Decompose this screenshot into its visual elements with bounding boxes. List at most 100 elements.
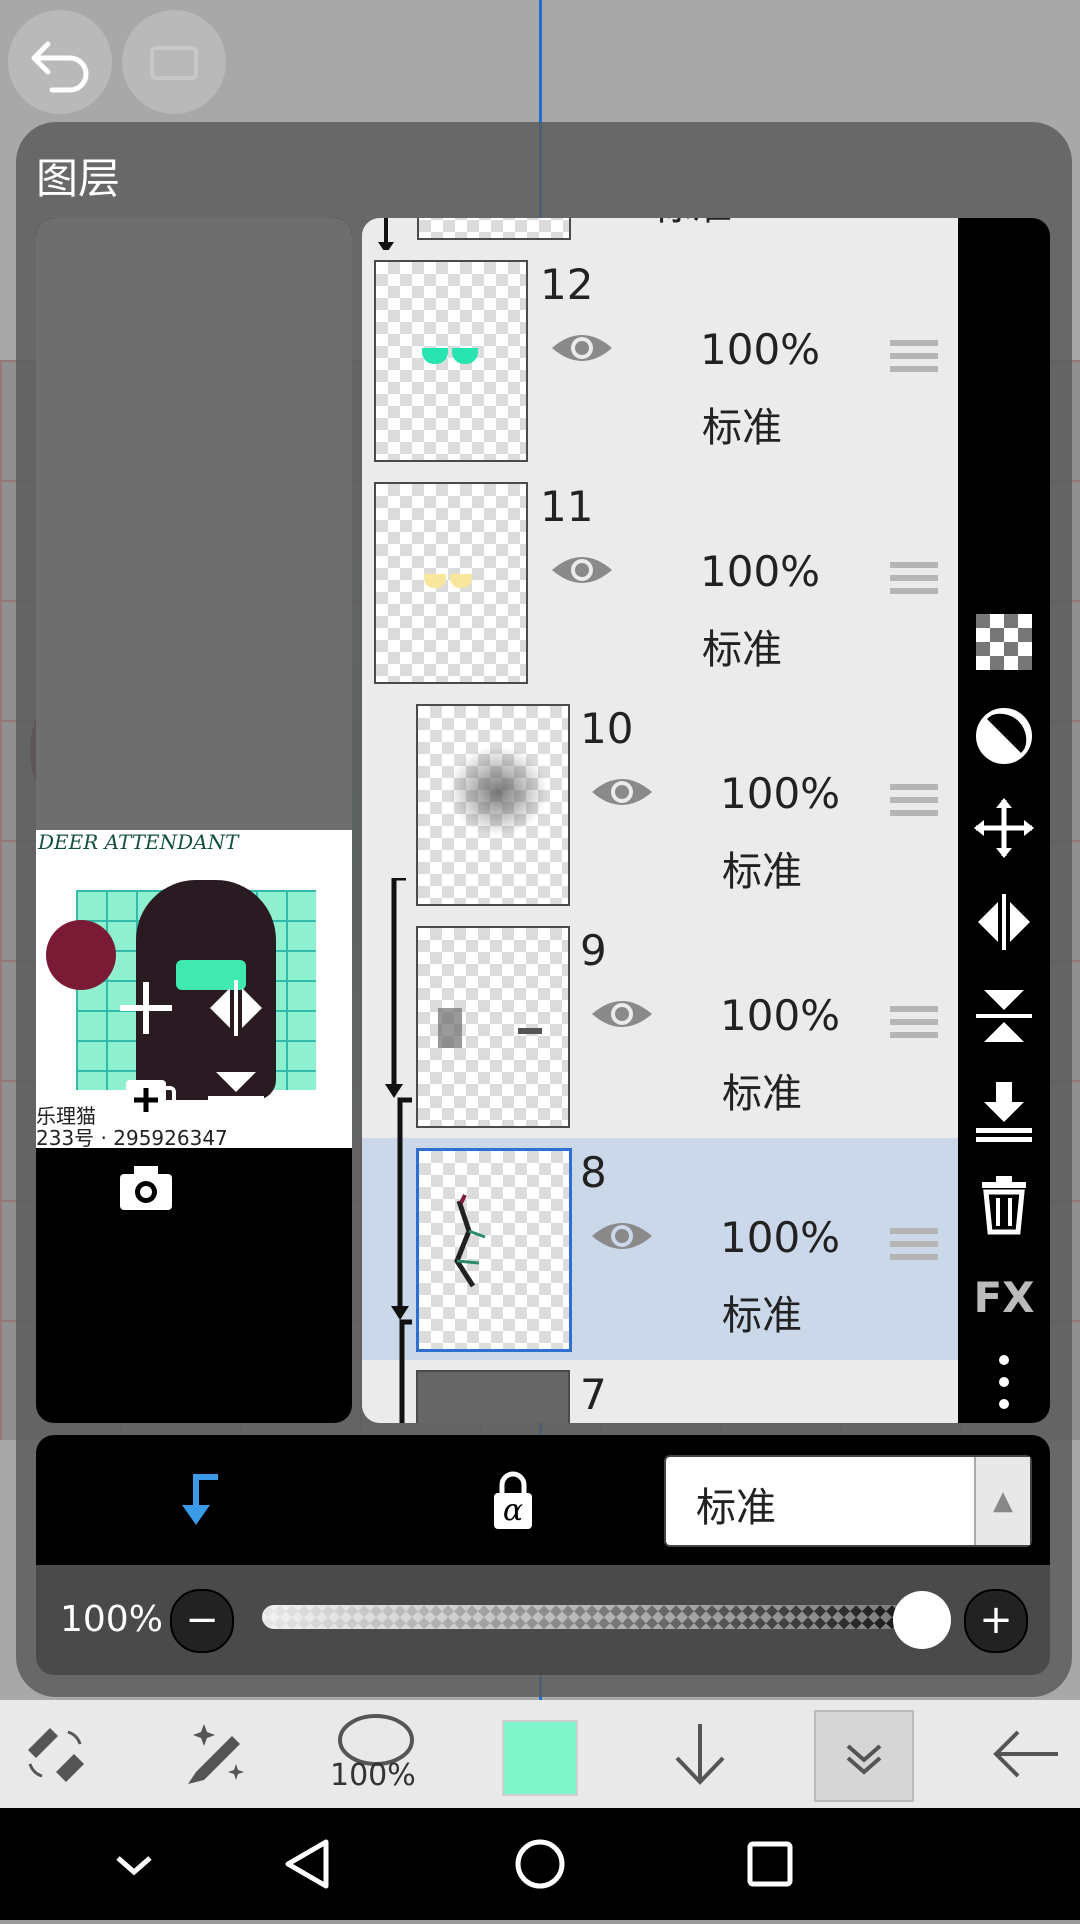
opacity-slider[interactable] [262,1605,936,1629]
preview-thumbnail[interactable]: DEER ATTENDANT 乐理猫 233号 · 295926347 [36,830,352,1148]
layer-row-8[interactable]: 8 100% 标准 [362,1138,958,1362]
flip-vertical-button[interactable] [970,982,1038,1050]
alpha-lock-label: α [502,1493,524,1528]
brush-size-value: 100% [330,1758,416,1793]
layer-list[interactable]: 标准 12 100% 标准 11 100% 标准 10 100% [362,218,958,1423]
layer-thumbnail[interactable] [416,1148,572,1352]
visibility-eye-icon[interactable] [550,550,614,590]
flip-vertical-icon [976,990,1032,1042]
clipping-toggle-icon[interactable] [166,1467,230,1531]
move-button[interactable] [970,794,1038,862]
circle-home-icon [515,1839,565,1889]
layer-row[interactable]: 标准 [362,218,958,252]
layer-opacity: 100% [720,1213,841,1262]
blend-mode-select[interactable]: 标准 ▲ [664,1455,1032,1547]
drag-handle-icon[interactable] [890,784,938,824]
frame-icon [150,46,198,80]
layer-preview: DEER ATTENDANT 乐理猫 233号 · 295926347 [36,218,352,1423]
flip-horizontal-icon [210,980,262,1036]
more-options-button[interactable] [970,1348,1038,1416]
minus-icon: − [185,1597,219,1643]
visibility-eye-icon[interactable] [590,1216,654,1256]
layer-row-9[interactable]: 9 100% 标准 [362,916,958,1140]
arrow-down-icon [675,1724,725,1785]
layer-number: 12 [540,260,594,309]
drag-handle-icon[interactable] [890,1228,938,1268]
download-button[interactable] [630,1700,770,1808]
transparency-button[interactable] [970,608,1038,676]
flip-layer-horizontal-button[interactable] [196,968,276,1048]
system-nav-bar [0,1808,1080,1920]
layer-opacity: 100% [700,547,821,596]
merge-down-icon [976,1082,1032,1142]
camera-button[interactable] [106,1148,186,1228]
alpha-lock-button[interactable]: α [478,1465,548,1535]
triangle-back-icon [285,1839,329,1889]
layer-row-10[interactable]: 10 100% 标准 [362,694,958,918]
flip-horizontal-icon [978,894,1030,950]
app-toolbar: 100% [0,1700,1080,1808]
layer-opacity-control: 100% − + [36,1565,1050,1675]
layer-tools-bar: FX [958,218,1050,1423]
drag-handle-icon[interactable] [890,1006,938,1046]
flip-horizontal-button[interactable] [970,888,1038,956]
brush-tool-button[interactable] [144,1700,284,1808]
chevron-up-icon[interactable]: ▲ [974,1457,1030,1545]
layer-opacity: 100% [720,769,841,818]
nav-back-button[interactable] [248,1808,368,1920]
clipping-indicator [385,878,412,1423]
delete-layer-button[interactable] [970,1170,1038,1238]
merge-down-button[interactable] [970,1076,1038,1144]
layer-row-11[interactable]: 11 100% 标准 [362,472,958,696]
layer-number: 9 [580,926,607,975]
brush-eraser-switch-icon [28,1728,84,1782]
layer-thumbnail[interactable] [416,926,570,1128]
layer-blend-mode: 标准 [702,627,782,673]
square-recents-icon [747,1841,793,1887]
add-layer-button[interactable] [106,968,186,1048]
layer-row-12[interactable]: 12 100% 标准 [362,250,958,474]
color-swatch[interactable] [502,1720,578,1796]
delete-icon [982,1176,1026,1235]
visibility-eye-icon[interactable] [590,994,654,1034]
undo-button[interactable] [8,10,112,114]
visibility-eye-icon[interactable] [550,328,614,368]
add-folder-button[interactable] [106,1058,186,1138]
layer-thumbnail[interactable] [374,482,528,684]
layer-thumbnail[interactable] [374,260,528,462]
layer-blend-mode: 标准 [702,405,782,451]
chevron-down-icon [116,1856,152,1876]
redo-button[interactable] [122,10,226,114]
drag-handle-icon[interactable] [890,562,938,602]
flip-layer-vertical-button[interactable] [196,1058,276,1138]
magic-brush-icon [188,1724,244,1784]
plus-icon: + [979,1597,1013,1643]
tool-switch-button[interactable] [0,1700,126,1808]
nav-home-button[interactable] [480,1808,600,1920]
decrease-opacity-button[interactable]: − [170,1589,234,1653]
layer-blend-mode: 标准 [722,849,802,895]
layer-thumbnail[interactable] [416,1370,570,1423]
layer-row-7[interactable]: 7 [362,1360,958,1423]
layer-number: 7 [580,1370,607,1419]
flip-vertical-icon [208,1072,264,1124]
back-button[interactable] [956,1700,1080,1808]
move-icon [974,798,1034,858]
nav-hide-button[interactable] [74,1808,194,1920]
preview-zoom-area[interactable] [36,218,352,830]
drag-handle-icon[interactable] [890,340,938,380]
layer-blend-mode: 标准 [652,218,732,231]
add-layer-icon [120,982,172,1034]
increase-opacity-button[interactable]: + [964,1589,1028,1653]
camera-icon [120,1166,172,1210]
invert-button[interactable] [970,702,1038,770]
more-vertical-icon [999,1355,1009,1409]
layer-thumbnail[interactable] [416,704,570,906]
opacity-slider-knob[interactable] [893,1591,951,1649]
layer-opacity: 100% [720,991,841,1040]
fx-button[interactable]: FX [970,1264,1038,1332]
layers-button[interactable] [814,1710,914,1802]
visibility-eye-icon[interactable] [590,772,654,812]
add-folder-icon [126,1080,176,1130]
nav-recents-button[interactable] [710,1808,830,1920]
